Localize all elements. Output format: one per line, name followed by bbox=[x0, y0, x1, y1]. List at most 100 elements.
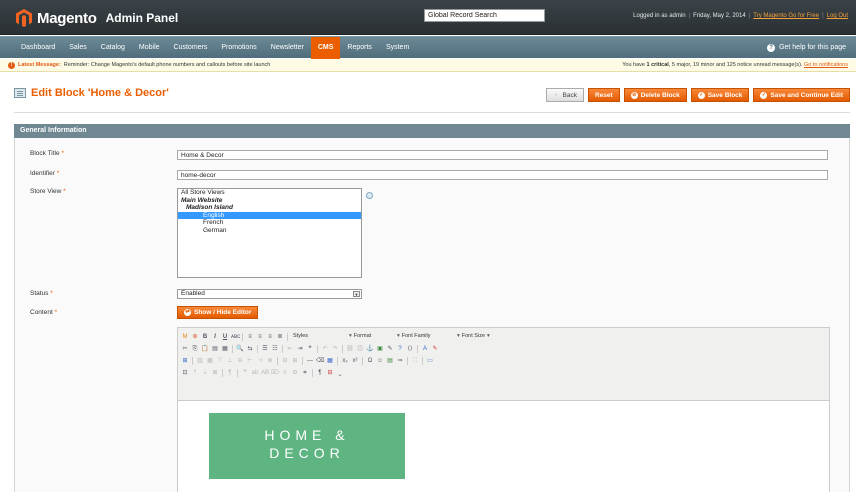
emoticons-icon[interactable]: ☺ bbox=[376, 357, 384, 365]
nonbreaking-icon[interactable]: ⎵ bbox=[336, 369, 344, 377]
editor-content-area[interactable]: HOME & DECOR bbox=[178, 400, 829, 492]
fullscreen-icon[interactable]: ⛶ bbox=[411, 357, 419, 365]
special-char-icon[interactable]: Ω bbox=[366, 357, 374, 365]
bullet-list-icon[interactable]: ☰ bbox=[261, 345, 269, 353]
insert-row-before-icon[interactable]: ⊤ bbox=[216, 357, 224, 365]
nav-system[interactable]: System bbox=[379, 37, 416, 59]
nav-mobile[interactable]: Mobile bbox=[132, 37, 167, 59]
font-size-dropdown[interactable]: ▾ Font Size ▾ bbox=[455, 332, 513, 341]
cite-icon[interactable]: ❞ bbox=[241, 369, 249, 377]
cut-icon[interactable]: ✂ bbox=[181, 345, 189, 353]
replace-icon[interactable]: ⇆ bbox=[246, 345, 254, 353]
cleanup-icon[interactable]: ✎ bbox=[386, 345, 394, 353]
anchor-icon[interactable]: ⚓ bbox=[366, 345, 374, 353]
italic-icon[interactable]: I bbox=[211, 333, 219, 341]
show-blocks-icon[interactable]: ¶ bbox=[316, 369, 324, 377]
table-row-props-icon[interactable]: ▥ bbox=[196, 357, 204, 365]
image-icon[interactable]: ▣ bbox=[376, 345, 384, 353]
outdent-icon[interactable]: ⇤ bbox=[286, 345, 294, 353]
try-magento-go-link[interactable]: Try Magento Go for Free bbox=[753, 13, 819, 19]
align-justify-icon[interactable]: ≣ bbox=[276, 333, 284, 341]
styles-dropdown[interactable]: Styles bbox=[291, 332, 345, 341]
split-cells-icon[interactable]: ⊟ bbox=[281, 357, 289, 365]
text-color-icon[interactable]: A bbox=[421, 345, 429, 353]
nav-newsletter[interactable]: Newsletter bbox=[264, 37, 311, 59]
magento-logo[interactable]: Magento Admin Panel bbox=[16, 9, 178, 27]
table-cell-props-icon[interactable]: ▦ bbox=[206, 357, 214, 365]
nav-customers[interactable]: Customers bbox=[167, 37, 215, 59]
help-editor-icon[interactable]: ? bbox=[396, 345, 404, 353]
strikethrough-icon[interactable]: ᴀʙᴄ bbox=[231, 333, 240, 341]
scope-info-icon[interactable] bbox=[366, 192, 373, 199]
font-family-dropdown[interactable]: ▾ Font Family bbox=[395, 332, 453, 341]
identifier-input[interactable] bbox=[177, 170, 828, 180]
help-link[interactable]: ? Get help for this page bbox=[767, 37, 846, 59]
store-option-french[interactable]: French bbox=[178, 219, 361, 227]
align-left-icon[interactable]: ≡ bbox=[246, 333, 254, 341]
delete-row-icon[interactable]: ⊖ bbox=[236, 357, 244, 365]
move-forward-icon[interactable]: ⇡ bbox=[191, 369, 199, 377]
visual-aid-icon[interactable]: ▦ bbox=[326, 357, 334, 365]
nav-sales[interactable]: Sales bbox=[62, 37, 94, 59]
del-icon[interactable]: ⌦ bbox=[271, 369, 279, 377]
abbr-icon[interactable]: ab bbox=[251, 369, 259, 377]
nav-dashboard[interactable]: Dashboard bbox=[14, 37, 62, 59]
redo-icon[interactable]: ↷ bbox=[331, 345, 339, 353]
save-block-button[interactable]: ✓ Save Block bbox=[690, 88, 750, 102]
align-right-icon[interactable]: ≡ bbox=[266, 333, 274, 341]
align-center-icon[interactable]: ≡ bbox=[256, 333, 264, 341]
paste-text-icon[interactable]: ▤ bbox=[211, 345, 219, 353]
insert-layer-icon[interactable]: ⊡ bbox=[181, 369, 189, 377]
notifications-link[interactable]: Go to notifications bbox=[804, 62, 848, 68]
direction-ltr-icon[interactable]: ⇒ bbox=[396, 357, 404, 365]
store-view-multiselect[interactable]: All Store Views Main Website Madison Isl… bbox=[177, 188, 362, 278]
remove-format-icon[interactable]: ⌫ bbox=[316, 357, 324, 365]
visual-chars-icon[interactable]: ⌗ bbox=[301, 369, 309, 377]
acronym-icon[interactable]: AB bbox=[261, 369, 269, 377]
paste-icon[interactable]: 📋 bbox=[201, 345, 209, 353]
undo-icon[interactable]: ↶ bbox=[321, 345, 329, 353]
block-title-input[interactable] bbox=[177, 150, 828, 160]
delete-col-icon[interactable]: ⊗ bbox=[266, 357, 274, 365]
nav-cms[interactable]: CMS bbox=[310, 37, 341, 59]
global-search-input[interactable] bbox=[424, 9, 545, 22]
store-option-german[interactable]: German bbox=[178, 227, 361, 235]
delete-block-button[interactable]: ⊘ Delete Block bbox=[623, 88, 687, 102]
merge-cells-icon[interactable]: ⊞ bbox=[291, 357, 299, 365]
magento-widget-icon[interactable]: M bbox=[181, 333, 189, 341]
paste-word-icon[interactable]: ▦ bbox=[221, 345, 229, 353]
nav-promotions[interactable]: Promotions bbox=[214, 37, 263, 59]
store-option-all[interactable]: All Store Views bbox=[178, 189, 361, 197]
save-and-continue-button[interactable]: ✓ Save and Continue Edit bbox=[753, 88, 850, 102]
insert-col-before-icon[interactable]: ⊢ bbox=[246, 357, 254, 365]
insert-row-after-icon[interactable]: ⊥ bbox=[226, 357, 234, 365]
subscript-icon[interactable]: x₂ bbox=[341, 357, 349, 365]
media-icon[interactable]: ▤ bbox=[386, 357, 394, 365]
horizontal-rule-icon[interactable]: — bbox=[306, 357, 314, 365]
background-color-icon[interactable]: ✎ bbox=[431, 345, 439, 353]
superscript-icon[interactable]: x² bbox=[351, 357, 359, 365]
show-hide-editor-button[interactable]: ⇄ Show / Hide Editor bbox=[177, 306, 259, 319]
attribs-icon[interactable]: ⚙ bbox=[291, 369, 299, 377]
insert-col-after-icon[interactable]: ⊣ bbox=[256, 357, 264, 365]
link-icon[interactable]: ⛓ bbox=[346, 345, 354, 353]
move-backward-icon[interactable]: ⇣ bbox=[201, 369, 209, 377]
store-option-english[interactable]: English bbox=[178, 211, 361, 220]
absolute-icon[interactable]: ⊠ bbox=[211, 369, 219, 377]
reset-button[interactable]: Reset bbox=[587, 88, 620, 102]
style-props-icon[interactable]: ¶ bbox=[226, 369, 234, 377]
find-icon[interactable]: 🔍 bbox=[236, 345, 244, 353]
underline-icon[interactable]: U bbox=[221, 333, 229, 341]
insert-variable-icon[interactable]: ⊛ bbox=[191, 333, 199, 341]
back-button[interactable]: ‹ Back bbox=[545, 88, 584, 102]
unlink-icon[interactable]: ⛒ bbox=[356, 345, 364, 353]
page-break-icon[interactable]: ⊟ bbox=[326, 369, 334, 377]
bold-icon[interactable]: B bbox=[201, 333, 209, 341]
table-icon[interactable]: ⊞ bbox=[181, 357, 189, 365]
copy-icon[interactable]: ⎘ bbox=[191, 345, 199, 353]
nav-reports[interactable]: Reports bbox=[340, 37, 379, 59]
html-code-icon[interactable]: ⟨⟩ bbox=[406, 345, 414, 353]
numbered-list-icon[interactable]: ☷ bbox=[271, 345, 279, 353]
format-dropdown[interactable]: ▾ Format bbox=[347, 332, 393, 341]
indent-icon[interactable]: ⇥ bbox=[296, 345, 304, 353]
